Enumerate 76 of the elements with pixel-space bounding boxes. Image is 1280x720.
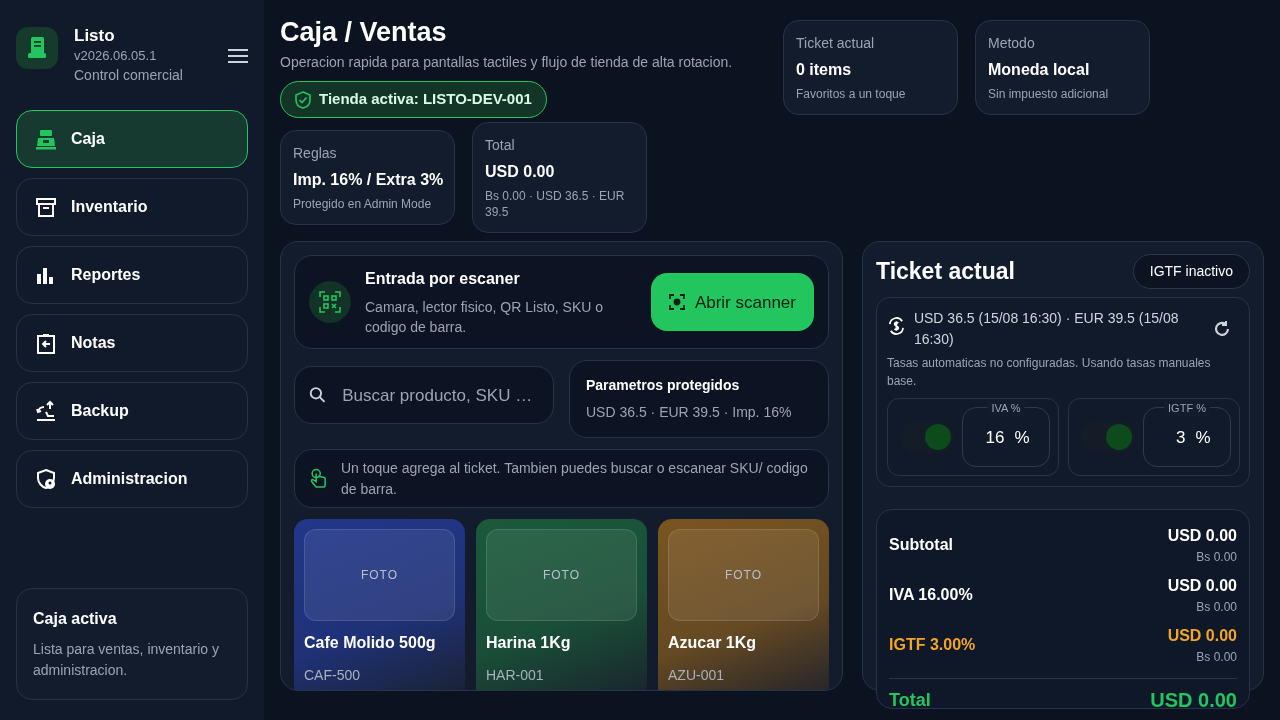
photo-placeholder: FOTO [668,528,819,621]
product-name: Harina 1Kg [486,632,572,653]
stat-note: Bs 0.00 · USD 36.5 · EUR 39.5 [485,187,626,221]
total-line-label: IGTF 3.00% [889,635,976,656]
bs-amount: Bs 0.00 [1195,599,1237,617]
stat-label: Total [485,135,516,155]
stat-label: Metodo [988,34,1036,53]
rates-note: Tasas automaticas no configuradas. Usando tasas manuales base. [887,355,1212,391]
cash-register-icon [35,128,57,151]
stat-value: Imp. 16% / Extra 3% [293,170,442,190]
total-amount: USD 0.00 [1150,688,1237,714]
photo-placeholder: FOTO [304,528,455,621]
percent-input[interactable]: 3 [1163,424,1186,450]
stat-value: USD 0.00 [485,161,556,182]
page-title: Caja / Ventas [280,16,448,49]
product-card[interactable]: FOTO Cafe Molido 500g CAF-500 [294,518,465,691]
page-subtitle: Operacion rapida para pantallas tactiles y flujo de tienda de alta rotacion. [280,53,734,73]
qr-icon [309,281,351,324]
unit-label: % [1014,426,1030,449]
product-sku: HAR-001 [486,665,545,685]
usd-amount: USD 0.00 [1167,626,1237,647]
backup-icon [35,400,57,423]
sidebar-item[interactable]: Backup [16,382,248,441]
status-title: Caja activa [33,609,118,629]
shield-user-icon [35,468,57,491]
sidebar-item[interactable]: Administracion [16,450,248,509]
archive-box-icon [35,196,57,219]
app-name: Listo [74,27,116,46]
search-field[interactable]: Buscar producto, SKU … [340,381,539,409]
sidebar-item[interactable]: Notas [16,314,248,373]
clipboard-icon [35,332,57,355]
sidebar-item[interactable]: Reportes [16,246,248,305]
total-line-label: IVA 16.00% [889,585,973,606]
ticket-title: Ticket actual [876,257,1015,286]
currency-sync-icon [887,316,906,337]
shield-check-icon [295,90,311,109]
store-badge: Tienda activa: LISTO-DEV-001 [280,81,547,118]
usd-amount: USD 0.00 [1167,526,1237,547]
unit-label: % [1195,426,1211,449]
scanner-title: Entrada por escaner [365,268,521,289]
usd-amount: USD 0.00 [1167,576,1237,597]
product-name: Cafe Molido 500g [304,632,437,653]
params-title: Parametros protegidos [586,376,741,396]
bs-amount: Bs 0.00 [1195,649,1237,667]
total-label: Total [889,688,931,712]
stat-label: Reglas [293,144,338,163]
stat-note: Protegido en Admin Mode [293,196,433,213]
stat-note: Favoritos a un toque [796,86,907,103]
hint-text: Un toque agrega al ticket. Tambien puedes buscar o escanear SKU/ codigo de barra. [340,459,809,499]
app-version: v2026.06.05.1 [74,46,158,65]
app-subtitle: Control comercial [74,66,184,86]
rates-text: USD 36.5 (15/08 16:30) · EUR 39.5 (15/08 16:30) [913,309,1180,350]
product-sku: CAF-500 [304,665,362,685]
product-sku: AZU-001 [668,665,726,685]
logo-icon [16,27,58,69]
tap-hand-icon [309,466,327,491]
total-line-label: Subtotal [889,535,953,556]
open-scanner-button[interactable]: Abrir scanner [650,273,814,332]
stat-value: 0 items [796,60,853,80]
igtf-status: IGTF inactivo [1132,254,1250,290]
photo-placeholder: FOTO [486,528,637,621]
sidebar-item[interactable]: Caja [16,110,248,169]
scanner-text: Camara, lector fisico, QR Listo, SKU o codigo de barra. [365,297,605,338]
percent-input[interactable]: 16 [982,424,1005,450]
scan-icon [668,294,685,311]
sidebar-item[interactable]: Inventario [16,178,248,237]
status-text: Lista para ventas, inventario y administracion. [33,640,220,680]
product-card[interactable]: FOTO Harina 1Kg HAR-001 [476,518,647,691]
product-card[interactable]: FOTO Azucar 1Kg AZU-001 [658,518,829,691]
search-box[interactable]: Buscar producto, SKU … [294,366,554,425]
stat-value: Moneda local [988,60,1091,80]
bs-amount: Bs 0.00 [1195,549,1237,567]
stat-note: Sin impuesto adicional [988,86,1110,103]
stat-label: Ticket actual [796,34,876,53]
params-text: USD 36.5 · EUR 39.5 · Imp. 16% [586,403,793,423]
product-name: Azucar 1Kg [668,632,758,653]
